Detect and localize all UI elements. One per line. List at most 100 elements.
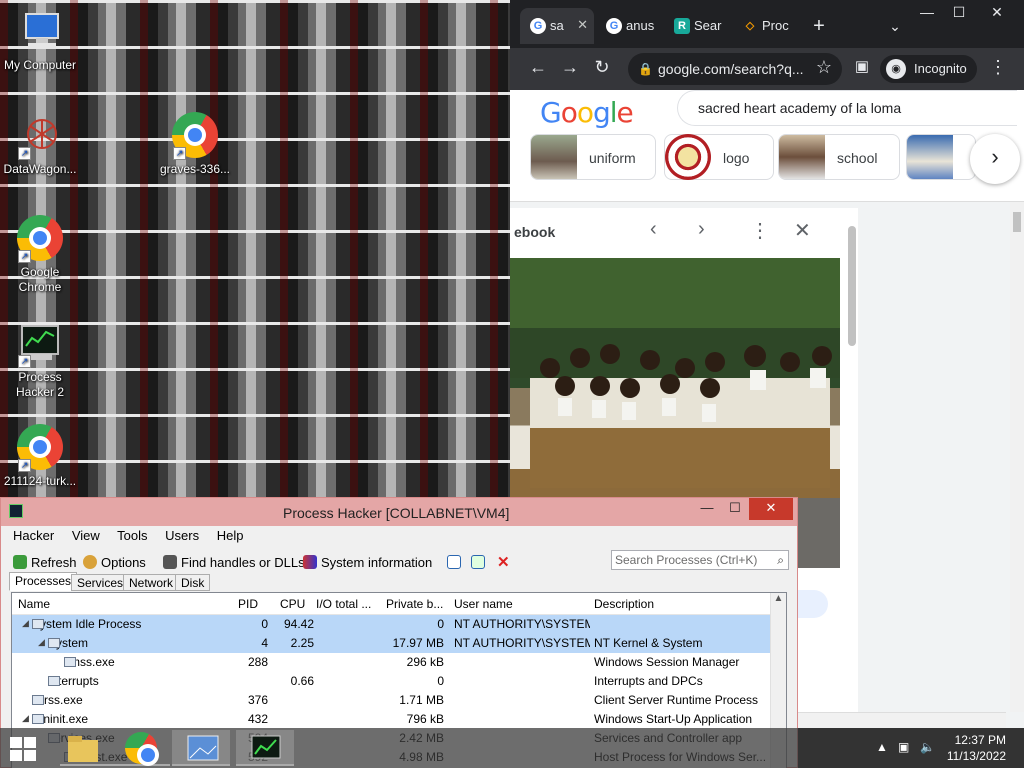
- file-explorer-taskbar[interactable]: [60, 730, 118, 766]
- google-logo[interactable]: Google: [540, 96, 634, 129]
- chip-logo[interactable]: logo: [664, 134, 774, 180]
- column-name[interactable]: Name: [18, 597, 50, 611]
- tab-process[interactable]: ◇ Proc: [732, 8, 798, 44]
- new-tab-button[interactable]: +: [802, 14, 836, 40]
- process-icon: [32, 714, 44, 724]
- clock[interactable]: 12:37 PM 11/13/2022: [947, 732, 1006, 764]
- back-icon[interactable]: ←: [526, 57, 550, 78]
- close-button[interactable]: ✕: [749, 498, 793, 520]
- cell-pid: 0: [261, 617, 268, 631]
- image-viewer-taskbar[interactable]: [172, 730, 230, 766]
- chip-label: school: [837, 150, 878, 166]
- process-name-text: System Idle Process: [32, 617, 142, 631]
- chip-uniform[interactable]: uniform: [530, 134, 656, 180]
- desktop-icon-google-chrome[interactable]: ↗ Google Chrome: [0, 215, 80, 295]
- options-label: Options: [101, 555, 146, 570]
- page-scrollbar[interactable]: [1010, 202, 1024, 712]
- reload-icon[interactable]: ↻: [590, 57, 614, 78]
- network-icon[interactable]: ▣: [898, 740, 909, 754]
- maximize-button[interactable]: ☐: [942, 0, 976, 26]
- column-cpu[interactable]: CPU: [280, 597, 305, 611]
- desktop-icon-label: Chrome: [18, 280, 62, 294]
- show-hidden-icons[interactable]: ▲: [876, 740, 888, 754]
- close-icon[interactable]: ✕: [794, 218, 811, 243]
- chrome-taskbar[interactable]: [112, 730, 170, 766]
- minimize-button[interactable]: —: [693, 498, 721, 520]
- chip-more[interactable]: [906, 134, 976, 180]
- address-bar[interactable]: 🔒 google.com/search?q...: [628, 53, 842, 85]
- tab-services[interactable]: Services: [71, 574, 130, 591]
- menu-tools[interactable]: Tools: [117, 528, 147, 543]
- column-description[interactable]: Description: [594, 597, 654, 611]
- tab-search-button[interactable]: ⌄: [878, 14, 912, 40]
- tab-disk[interactable]: Disk: [175, 574, 211, 591]
- desktop-icon-label: 211124-turk...: [3, 474, 77, 488]
- start-button[interactable]: [10, 737, 38, 761]
- table-row[interactable]: ◢ System Idle Process 0 94.42 0 NT AUTHORITY\…: [12, 615, 770, 634]
- minimize-button[interactable]: —: [910, 0, 944, 26]
- chevron-left-icon[interactable]: ‹: [650, 218, 657, 241]
- table-row[interactable]: ◢ System 4 2.25 17.97 MB NT AUTHORITY\SYSTEM N…: [12, 634, 770, 653]
- column-user-name[interactable]: User name: [454, 597, 513, 611]
- shortcut-arrow-icon: ↗: [18, 147, 31, 160]
- desktop-icon-graves[interactable]: ↗ graves-336...: [155, 112, 235, 177]
- tab-processes[interactable]: Processes: [9, 572, 78, 591]
- process-hacker-taskbar[interactable]: [236, 730, 294, 766]
- menu-users[interactable]: Users: [165, 528, 199, 543]
- menu-icon[interactable]: ⋮: [986, 57, 1010, 78]
- preview-scrollbar[interactable]: [848, 226, 856, 346]
- table-row[interactable]: Interrupts 0.66 0 Interrupts and DPCs: [12, 672, 770, 691]
- expand-triangle-icon[interactable]: ◢: [38, 637, 45, 648]
- expand-triangle-icon[interactable]: ◢: [22, 618, 29, 629]
- find-handles-button[interactable]: Find handles or DLLs: [163, 555, 305, 570]
- menu-view[interactable]: View: [72, 528, 100, 543]
- chevron-right-icon[interactable]: ›: [970, 134, 1020, 184]
- maximize-button[interactable]: ☐: [721, 498, 749, 520]
- incognito-badge[interactable]: ◉ Incognito: [880, 55, 977, 83]
- options-button[interactable]: Options: [83, 555, 146, 570]
- column-pid[interactable]: PID: [238, 597, 258, 611]
- chevron-right-icon[interactable]: ›: [698, 218, 705, 241]
- horizontal-scrollbar[interactable]: [790, 712, 1006, 728]
- menu-help[interactable]: Help: [217, 528, 244, 543]
- desktop-icon-turk[interactable]: ↗ 211124-turk...: [0, 424, 80, 489]
- refresh-button[interactable]: Refresh: [13, 555, 77, 570]
- process-icon: [32, 619, 44, 629]
- forward-icon[interactable]: →: [558, 57, 582, 78]
- desktop-icon-datawagon[interactable]: ↗ DataWagon...: [0, 112, 80, 177]
- chip-school[interactable]: school: [778, 134, 900, 180]
- column-io[interactable]: I/O total ...: [316, 597, 371, 611]
- menu-hacker[interactable]: Hacker: [13, 528, 54, 543]
- tab-search[interactable]: R Sear: [664, 8, 730, 44]
- table-row[interactable]: smss.exe 288 296 kB Windows Session Manager: [12, 653, 770, 672]
- window-icon[interactable]: [447, 555, 465, 570]
- desktop-icon-my-computer[interactable]: My Computer: [0, 8, 80, 73]
- system-information-button[interactable]: System information: [303, 555, 432, 570]
- side-panel-icon[interactable]: ▣: [850, 57, 874, 75]
- column-private-bytes[interactable]: Private b...: [386, 597, 443, 611]
- tab-anus[interactable]: G anus: [596, 8, 662, 44]
- google-favicon-icon: G: [530, 18, 546, 34]
- close-button[interactable]: ✕: [980, 0, 1014, 26]
- cell-priv: 296 kB: [406, 655, 444, 669]
- table-row[interactable]: csrss.exe 376 1.71 MB Client Server Runtime…: [12, 691, 770, 710]
- process-icon: [48, 638, 60, 648]
- tab-network[interactable]: Network: [123, 574, 180, 591]
- search-box[interactable]: sacred heart academy of la loma: [677, 90, 1017, 126]
- process-name: System Idle Process: [32, 617, 141, 631]
- expand-triangle-icon[interactable]: ◢: [22, 713, 29, 724]
- volume-icon[interactable]: 🔈: [920, 740, 935, 754]
- tab-sacred-heart[interactable]: G sa ✕: [520, 8, 594, 44]
- chrome-icon: [125, 732, 159, 766]
- find-window-icon[interactable]: [471, 555, 489, 570]
- title-bar[interactable]: Process Hacker [COLLABNET\VM4] — ☐ ✕: [1, 498, 797, 526]
- cell-desc: Client Server Runtime Process: [594, 693, 759, 707]
- close-tab-icon[interactable]: ✕: [577, 17, 588, 33]
- terminate-icon[interactable]: ✕: [497, 553, 510, 571]
- desktop-icon-process-hacker[interactable]: ↗ Process Hacker 2: [0, 320, 80, 400]
- tab-label: Proc: [762, 18, 789, 33]
- bookmark-star-icon[interactable]: ☆: [812, 57, 836, 78]
- search-processes-input[interactable]: Search Processes (Ctrl+K) ⌕: [611, 550, 789, 570]
- more-options-icon[interactable]: ⋮: [750, 218, 770, 243]
- table-row[interactable]: ◢ wininit.exe 432 796 kB Windows Start-Up Ap…: [12, 710, 770, 729]
